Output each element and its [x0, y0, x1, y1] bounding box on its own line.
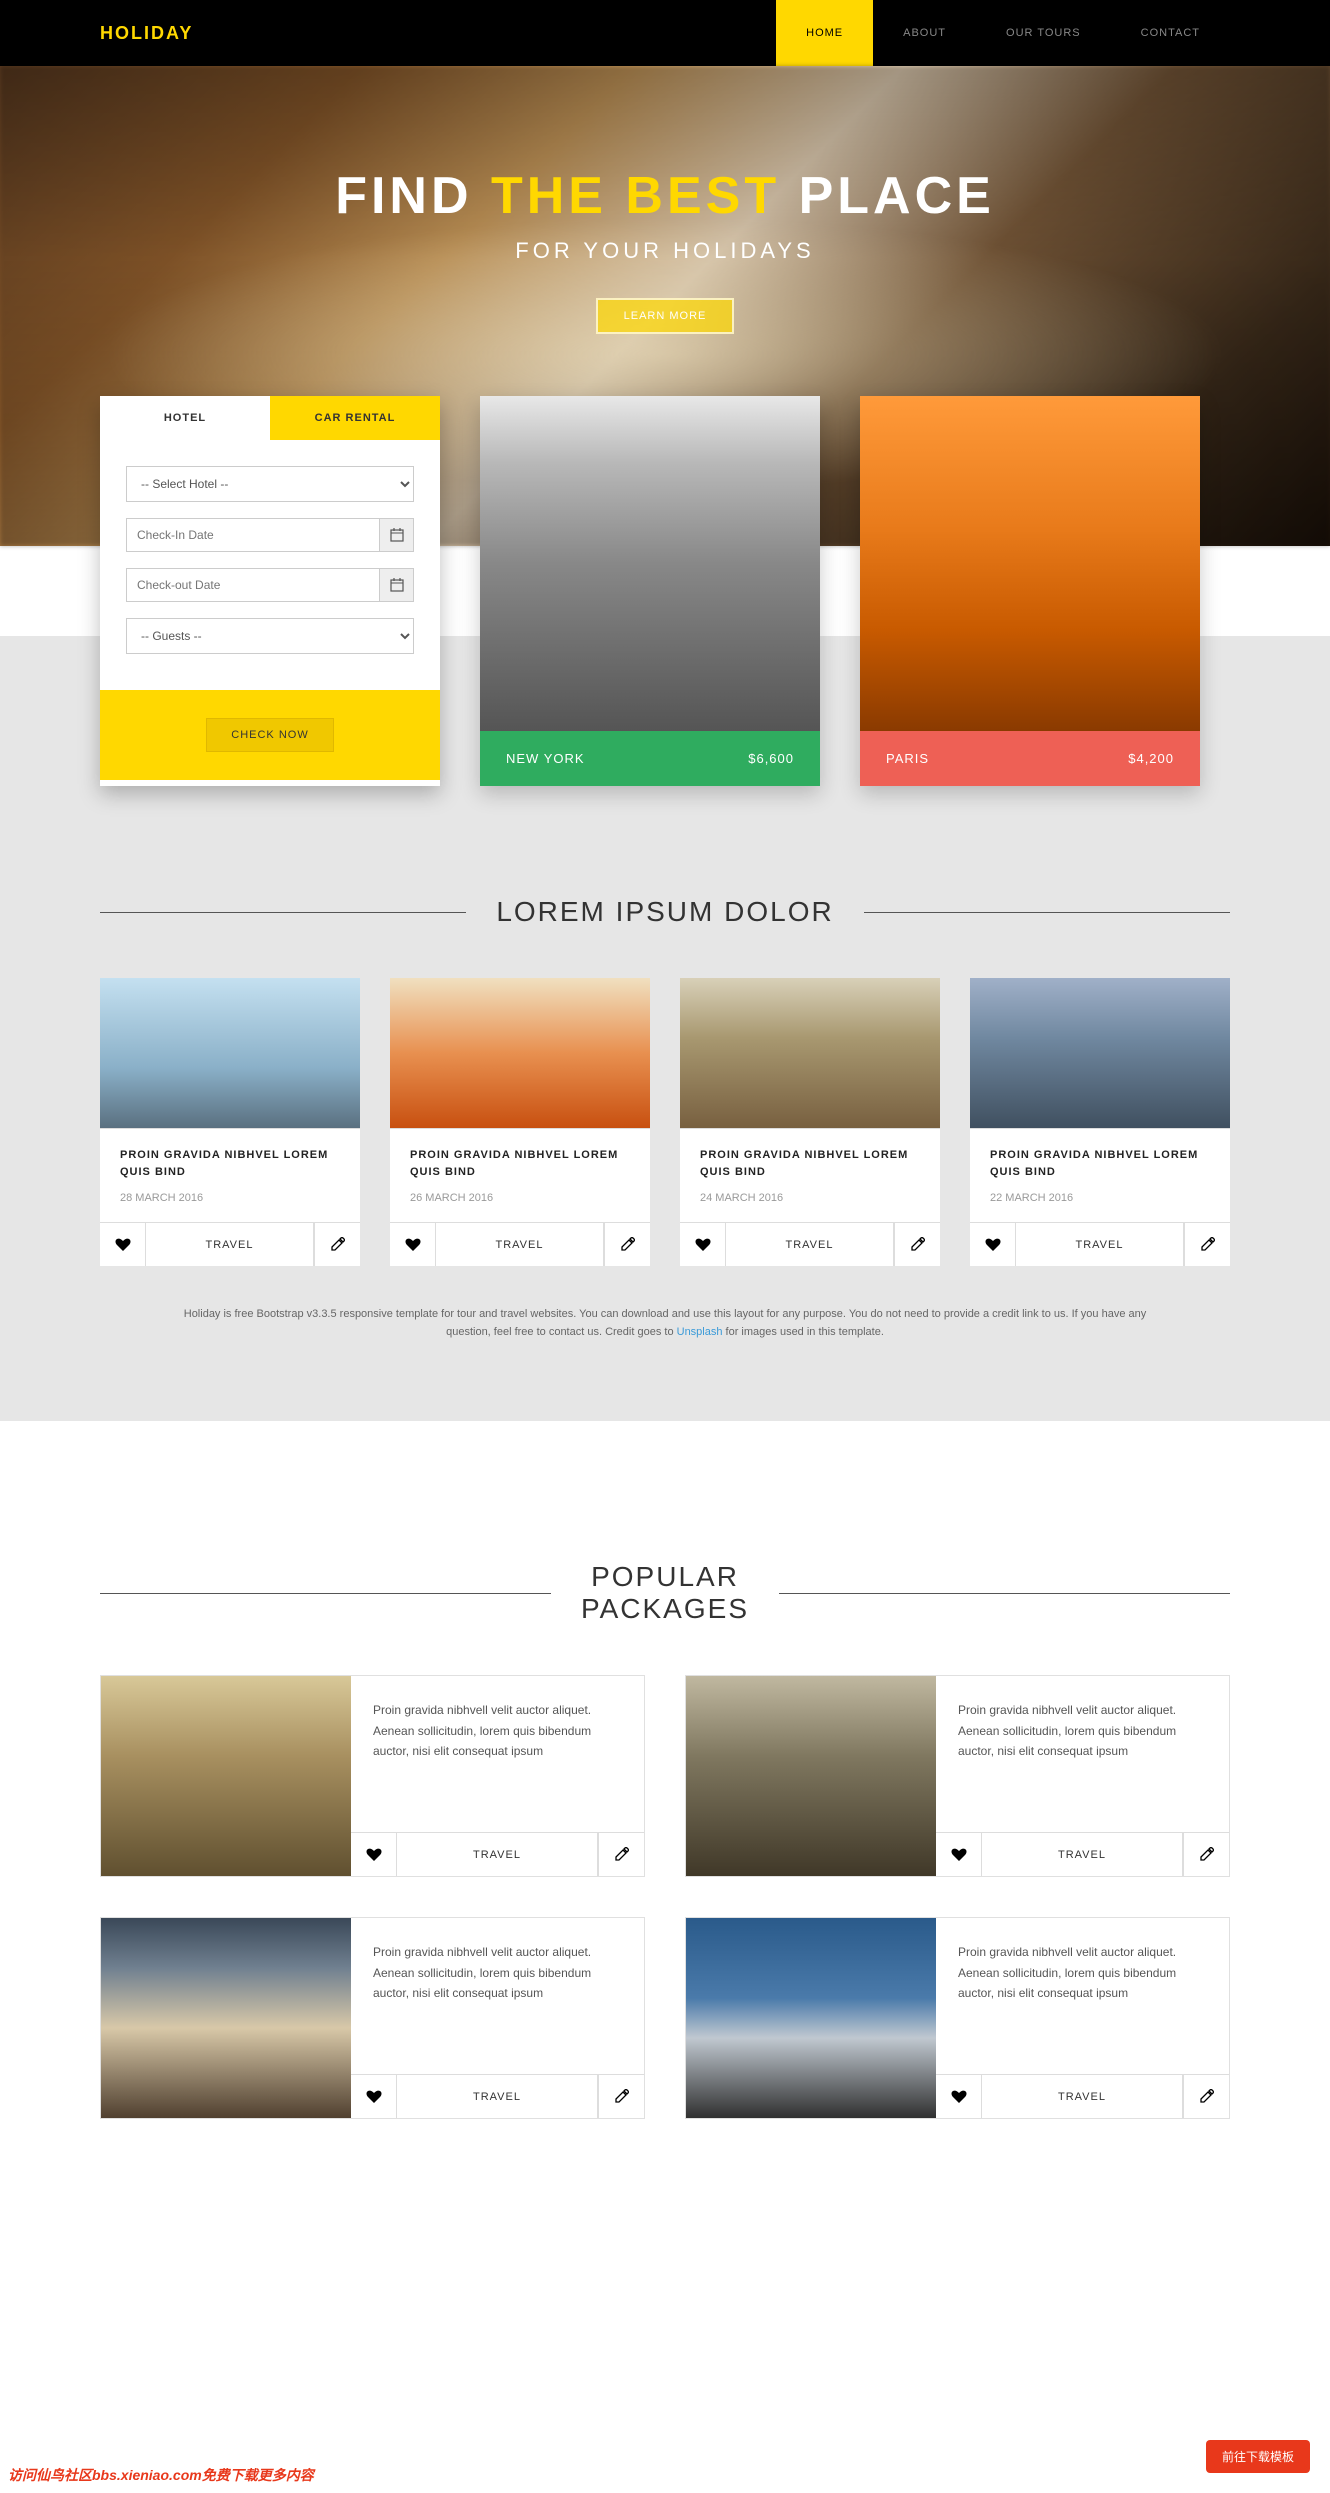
destination-card-newyork[interactable]: NEW YORK $6,600	[480, 396, 820, 786]
calendar-icon[interactable]	[379, 569, 413, 601]
article-tag[interactable]: TRAVEL	[1016, 1223, 1184, 1266]
article-date: 24 MARCH 2016	[700, 1192, 920, 1204]
destination-price: $6,600	[748, 751, 794, 766]
logo[interactable]: HOLIDAY	[100, 23, 193, 44]
destination-image	[860, 396, 1200, 731]
section-title: POPULAR PACKAGES	[581, 1561, 749, 1625]
checkout-date-input[interactable]	[126, 568, 414, 602]
hero-subtitle: FOR YOUR HOLIDAYS	[515, 238, 814, 264]
select-guests[interactable]: -- Guests --	[126, 618, 414, 654]
package-image	[101, 1676, 351, 1876]
calendar-icon[interactable]	[379, 519, 413, 551]
nav-contact[interactable]: CONTACT	[1111, 0, 1230, 66]
nav-about[interactable]: ABOUT	[873, 0, 976, 66]
tab-car-rental[interactable]: CAR RENTAL	[270, 396, 440, 440]
edit-icon[interactable]	[598, 2075, 644, 2118]
package-text: Proin gravida nibhvell velit auctor aliq…	[936, 1918, 1229, 2074]
checkin-date-input[interactable]	[126, 518, 414, 552]
heart-icon[interactable]	[351, 2075, 397, 2118]
package-tag[interactable]: TRAVEL	[982, 1833, 1183, 1876]
edit-icon[interactable]	[604, 1223, 650, 1266]
package-text: Proin gravida nibhvell velit auctor aliq…	[351, 1676, 644, 1832]
package-tag[interactable]: TRAVEL	[397, 1833, 598, 1876]
package-card[interactable]: Proin gravida nibhvell velit auctor aliq…	[685, 1917, 1230, 2119]
edit-icon[interactable]	[1183, 1833, 1229, 1876]
heart-icon[interactable]	[100, 1223, 146, 1266]
edit-icon[interactable]	[314, 1223, 360, 1266]
select-hotel[interactable]: -- Select Hotel --	[126, 466, 414, 502]
package-text: Proin gravida nibhvell velit auctor aliq…	[351, 1918, 644, 2074]
top-nav: HOLIDAY HOME ABOUT OUR TOURS CONTACT	[0, 0, 1330, 66]
article-date: 28 MARCH 2016	[120, 1192, 340, 1204]
article-card[interactable]: PROIN GRAVIDA NIBHVEL LOREM QUIS BIND 26…	[390, 978, 650, 1266]
heart-icon[interactable]	[680, 1223, 726, 1266]
edit-icon[interactable]	[1183, 2075, 1229, 2118]
article-card[interactable]: PROIN GRAVIDA NIBHVEL LOREM QUIS BIND 28…	[100, 978, 360, 1266]
heart-icon[interactable]	[390, 1223, 436, 1266]
article-image	[390, 978, 650, 1128]
package-card[interactable]: Proin gravida nibhvell velit auctor aliq…	[685, 1675, 1230, 1877]
hero-title: FIND THE BEST PLACE	[335, 166, 995, 226]
nav-home[interactable]: HOME	[776, 0, 873, 66]
nav-tours[interactable]: OUR TOURS	[976, 0, 1111, 66]
package-tag[interactable]: TRAVEL	[982, 2075, 1183, 2118]
article-tag[interactable]: TRAVEL	[726, 1223, 894, 1266]
download-template-button[interactable]: 前往下载模板	[1206, 2440, 1310, 2473]
article-image	[680, 978, 940, 1128]
check-now-button[interactable]: CHECK NOW	[206, 718, 333, 752]
section-title: LOREM IPSUM DOLOR	[496, 896, 833, 928]
heart-icon[interactable]	[970, 1223, 1016, 1266]
article-date: 22 MARCH 2016	[990, 1192, 1210, 1204]
article-card[interactable]: PROIN GRAVIDA NIBHVEL LOREM QUIS BIND 22…	[970, 978, 1230, 1266]
article-title: PROIN GRAVIDA NIBHVEL LOREM QUIS BIND	[120, 1147, 340, 1180]
credits-text: Holiday is free Bootstrap v3.3.5 respons…	[100, 1306, 1230, 1341]
package-card[interactable]: Proin gravida nibhvell velit auctor aliq…	[100, 1675, 645, 1877]
destination-price: $4,200	[1128, 751, 1174, 766]
article-image	[970, 978, 1230, 1128]
article-date: 26 MARCH 2016	[410, 1192, 630, 1204]
cards-row: HOTEL CAR RENTAL -- Select Hotel -- -- G…	[0, 396, 1330, 786]
article-title: PROIN GRAVIDA NIBHVEL LOREM QUIS BIND	[410, 1147, 630, 1180]
destination-card-paris[interactable]: PARIS $4,200	[860, 396, 1200, 786]
unsplash-link[interactable]: Unsplash	[677, 1326, 723, 1338]
edit-icon[interactable]	[1184, 1223, 1230, 1266]
booking-card: HOTEL CAR RENTAL -- Select Hotel -- -- G…	[100, 396, 440, 786]
edit-icon[interactable]	[598, 1833, 644, 1876]
article-tag[interactable]: TRAVEL	[436, 1223, 604, 1266]
package-image	[101, 1918, 351, 2118]
watermark-text: 访问仙鸟社区bbs.xieniao.com免费下载更多内容	[8, 2465, 314, 2485]
destination-image	[480, 396, 820, 731]
package-card[interactable]: Proin gravida nibhvell velit auctor aliq…	[100, 1917, 645, 2119]
destination-name: NEW YORK	[506, 751, 585, 766]
heart-icon[interactable]	[936, 2075, 982, 2118]
article-tag[interactable]: TRAVEL	[146, 1223, 314, 1266]
package-image	[686, 1676, 936, 1876]
edit-icon[interactable]	[894, 1223, 940, 1266]
article-title: PROIN GRAVIDA NIBHVEL LOREM QUIS BIND	[700, 1147, 920, 1180]
package-text: Proin gravida nibhvell velit auctor aliq…	[936, 1676, 1229, 1832]
package-tag[interactable]: TRAVEL	[397, 2075, 598, 2118]
heart-icon[interactable]	[351, 1833, 397, 1876]
destination-name: PARIS	[886, 751, 929, 766]
learn-more-button[interactable]: LEARN MORE	[596, 298, 735, 334]
article-card[interactable]: PROIN GRAVIDA NIBHVEL LOREM QUIS BIND 24…	[680, 978, 940, 1266]
article-image	[100, 978, 360, 1128]
article-title: PROIN GRAVIDA NIBHVEL LOREM QUIS BIND	[990, 1147, 1210, 1180]
heart-icon[interactable]	[936, 1833, 982, 1876]
package-image	[686, 1918, 936, 2118]
packages-section: POPULAR PACKAGES Proin gravida nibhvell …	[0, 1421, 1330, 2239]
tab-hotel[interactable]: HOTEL	[100, 396, 270, 440]
